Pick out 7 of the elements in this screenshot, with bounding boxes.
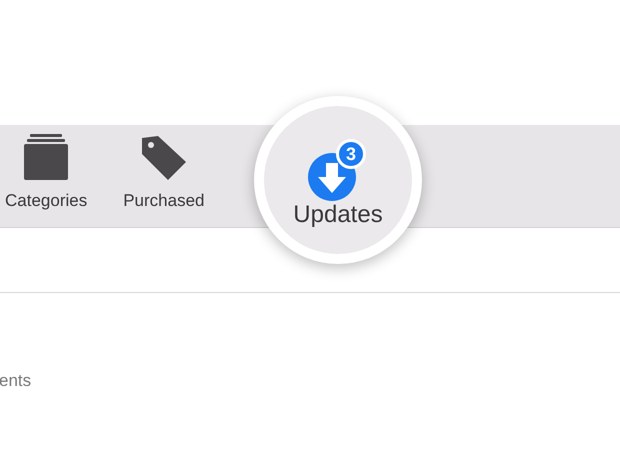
updates-tab[interactable]: Updates bbox=[293, 203, 383, 227]
toolbar-item[interactable]: Categories bbox=[5, 134, 88, 213]
tag-icon bbox=[140, 134, 188, 180]
count-badge: 3 bbox=[336, 139, 366, 169]
stack-icon bbox=[24, 134, 68, 180]
body-text: ents bbox=[0, 372, 32, 389]
toolbar-item[interactable]: Purchased bbox=[123, 134, 204, 213]
